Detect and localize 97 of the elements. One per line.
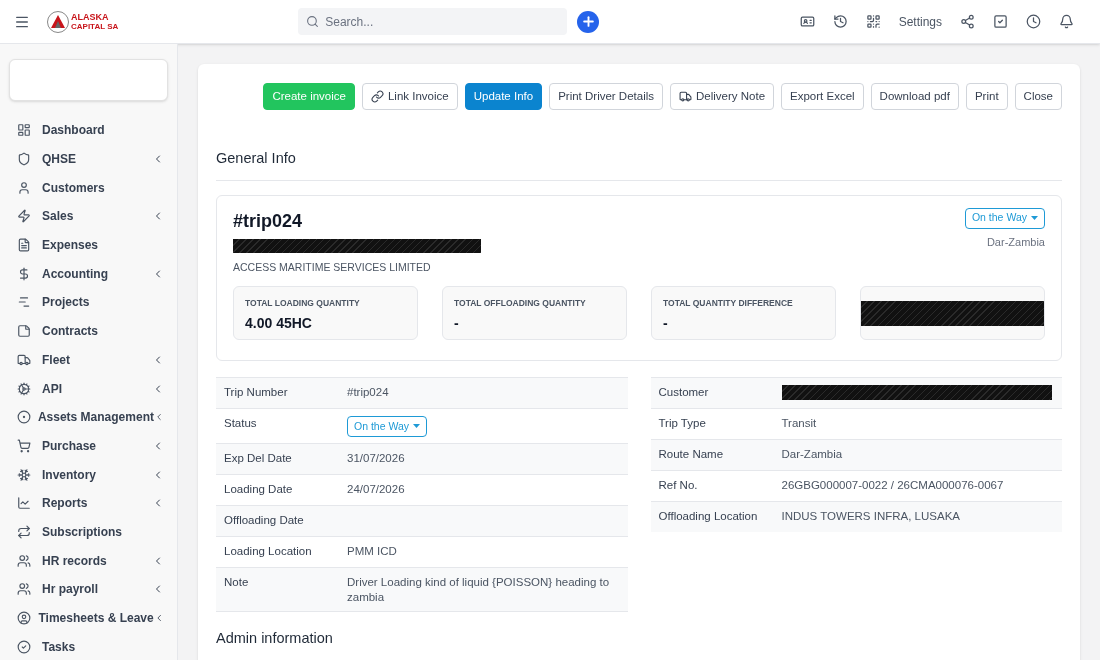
detail-label: Trip Number <box>223 384 289 400</box>
user-icon <box>17 180 31 195</box>
cart-icon <box>17 438 31 453</box>
action-button[interactable]: Close <box>1014 83 1062 110</box>
dashboard-icon <box>17 123 31 138</box>
bell-icon[interactable] <box>1059 14 1074 29</box>
snowflake-icon <box>17 467 31 482</box>
action-button[interactable]: Download pdf <box>870 83 959 110</box>
shield-icon <box>17 152 31 167</box>
detail-value: Driver Loading kind of liquid {POISSON} heading to zambia <box>347 575 610 603</box>
stat-value: - <box>454 314 460 334</box>
sidebar-item[interactable]: Timesheets & Leave <box>9 603 168 633</box>
detail-label: Note <box>223 574 250 590</box>
trip-number: #trip024 <box>233 209 304 233</box>
detail-label: Offloading Location <box>657 508 759 524</box>
detail-value: Dar-Zambia <box>781 447 843 460</box>
line-chart-icon <box>17 496 31 511</box>
sidebar-item[interactable]: Projects <box>9 288 168 317</box>
sidebar-item[interactable]: Assets Management <box>9 402 168 432</box>
sidebar-item[interactable]: Expenses <box>9 230 168 260</box>
sidebar-item[interactable]: Tasks <box>9 632 168 660</box>
history-icon[interactable] <box>832 14 848 29</box>
qr-code-icon[interactable] <box>865 14 881 29</box>
sidebar-item[interactable]: HR records <box>9 546 168 575</box>
action-button[interactable]: Export Excel <box>781 83 864 110</box>
repeat-icon <box>17 524 31 539</box>
sidebar-item[interactable]: Accounting <box>9 259 168 289</box>
action-button[interactable]: Print Driver Details <box>549 83 663 110</box>
sidebar-item[interactable]: API <box>9 374 168 403</box>
detail-label: Exp Del Date <box>223 450 293 466</box>
users-icon <box>17 553 31 568</box>
sidebar-item[interactable]: Fleet <box>9 345 168 375</box>
sidebar-item[interactable]: Inventory <box>9 460 168 489</box>
detail-label: Trip Type <box>657 415 707 431</box>
action-button[interactable]: Update Info <box>464 83 543 110</box>
sidebar-item[interactable]: QHSE <box>9 144 168 174</box>
gantt-icon <box>17 295 31 310</box>
link-icon <box>370 90 384 103</box>
users-icon <box>17 582 31 597</box>
sidebar-item[interactable]: Contracts <box>9 316 168 346</box>
action-button[interactable]: Print <box>965 83 1008 110</box>
company-name: ACCESS MARITIME SERVICES LIMITED <box>233 259 432 275</box>
sidebar-item[interactable]: Subscriptions <box>9 517 168 547</box>
search-icon <box>306 15 320 28</box>
detail-label: Loading Date <box>223 481 294 497</box>
stat-value: 4.00 45HC <box>245 314 313 334</box>
add-button[interactable] <box>577 10 600 33</box>
section-title: General Info <box>216 149 297 168</box>
caret-icon <box>413 424 421 428</box>
stat-value: - <box>663 314 669 334</box>
id-card-icon[interactable] <box>799 14 815 29</box>
detail-value: 31/07/2026 <box>347 451 405 464</box>
route-name: Dar-Zambia <box>986 234 1045 250</box>
logo-subtext: CAPITAL SA <box>71 22 119 31</box>
search-field[interactable]: Search... <box>298 8 568 35</box>
document-icon <box>17 238 31 253</box>
note-icon <box>17 324 31 339</box>
gears-icon <box>17 381 31 396</box>
clock-icon[interactable] <box>1026 14 1041 29</box>
detail-value: INDUS TOWERS INFRA, LUSAKA <box>781 509 960 522</box>
section-title: Admin information <box>216 628 334 648</box>
settings-link[interactable]: Settings <box>898 12 942 31</box>
sidebar-item[interactable]: Purchase <box>9 431 168 461</box>
detail-value: 24/07/2026 <box>347 482 405 495</box>
detail-label: Loading Location <box>223 543 313 559</box>
check-circle-icon <box>17 639 31 654</box>
detail-label: Customer <box>657 384 710 400</box>
detail-value: #trip024 <box>347 385 389 398</box>
dollar-icon <box>17 266 31 281</box>
logo-text: ALASKA <box>71 12 110 22</box>
detail-value: Transit <box>781 416 817 429</box>
action-button[interactable]: Link Invoice <box>361 83 458 110</box>
bolt-icon <box>17 209 31 224</box>
detail-label: Offloading Date <box>223 512 305 528</box>
detail-label: Status <box>223 415 258 431</box>
stat-label: TOTAL OFFLOADING QUANTITY <box>454 296 587 310</box>
caret-icon <box>1031 216 1038 221</box>
sidebar-item[interactable]: Customers <box>9 173 168 203</box>
detail-value: 26GBG000007-0022 / 26CMA000076-0067 <box>781 478 1004 491</box>
action-button[interactable]: Delivery Note <box>670 83 775 110</box>
detail-label: Route Name <box>657 446 725 462</box>
sidebar-item[interactable]: Dashboard <box>9 116 168 145</box>
truck-icon <box>17 352 31 367</box>
stat-label: TOTAL QUANTITY DIFFERENCE <box>663 296 794 310</box>
detail-label: Ref No. <box>657 477 699 493</box>
share-icon[interactable] <box>960 14 975 29</box>
sidebar-item[interactable]: Sales <box>9 202 168 231</box>
target-icon <box>17 410 31 425</box>
detail-value: PMM ICD <box>347 544 397 557</box>
truck-icon <box>679 90 692 103</box>
user-circle-icon <box>17 611 31 626</box>
checkbox-icon[interactable] <box>993 14 1008 29</box>
logo-mark-icon <box>51 15 65 28</box>
stat-label: TOTAL LOADING QUANTITY <box>245 296 361 310</box>
sidebar-item[interactable]: Reports <box>9 488 168 518</box>
sidebar-item[interactable]: Hr payroll <box>9 575 168 604</box>
plus-icon <box>580 14 596 29</box>
